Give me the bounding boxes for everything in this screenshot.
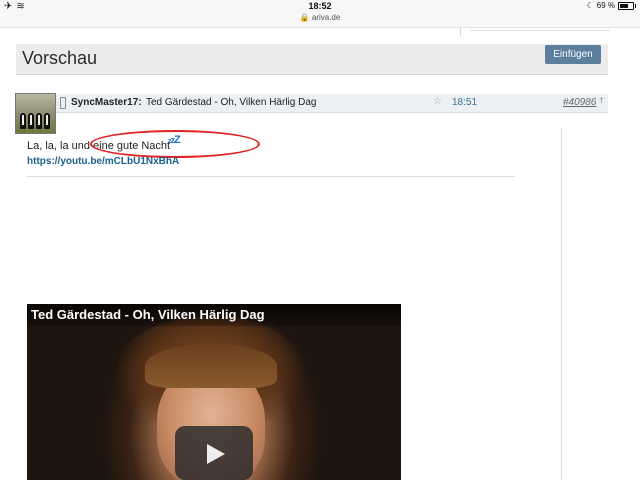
post-number-link[interactable]: #40986 xyxy=(563,97,596,108)
divider xyxy=(470,30,610,31)
video-embed[interactable]: Ted Gärdestad - Oh, Vilken Härlig Dag xyxy=(27,304,401,480)
insert-button[interactable]: Einfügen xyxy=(545,45,601,64)
play-button[interactable] xyxy=(175,426,253,480)
skunk-figure xyxy=(36,113,42,129)
post-time: 18:51 xyxy=(452,97,478,108)
skunk-figure xyxy=(44,113,50,129)
divider xyxy=(27,176,515,177)
skunk-figure xyxy=(28,113,34,129)
page-title: Vorschau xyxy=(22,48,98,68)
divider xyxy=(460,28,461,36)
address-url: ariva.de xyxy=(311,13,341,22)
post-header: SyncMaster17: Ted Gärdestad - Oh, Vilken… xyxy=(56,94,608,113)
document-icon xyxy=(60,97,66,109)
divider xyxy=(561,128,562,480)
preview-header: Vorschau Einfügen xyxy=(16,44,608,75)
status-bar: ✈ ≋ 18:52 🔒 ariva.de ☾ 69 % xyxy=(0,0,640,28)
star-icon[interactable]: ☆ xyxy=(433,96,442,107)
battery-icon xyxy=(618,1,636,10)
address-bar[interactable]: 🔒 ariva.de xyxy=(0,13,640,22)
status-right: ☾ 69 % xyxy=(586,1,636,10)
annotation-ellipse xyxy=(90,130,260,158)
skunk-figure xyxy=(20,113,26,129)
post-title: Ted Gärdestad - Oh, Vilken Härlig Dag xyxy=(146,97,317,108)
arrow-up-icon[interactable]: ↑ xyxy=(599,95,604,106)
battery-percent: 69 % xyxy=(596,1,615,10)
moon-icon: ☾ xyxy=(586,1,594,10)
thumbnail-bangs xyxy=(145,344,277,388)
video-title[interactable]: Ted Gärdestad - Oh, Vilken Härlig Dag xyxy=(31,307,265,322)
avatar[interactable] xyxy=(15,93,56,134)
youtube-link[interactable]: https://youtu.be/mCLbU1NxBhA xyxy=(27,156,179,167)
status-time: 18:52 xyxy=(308,1,332,11)
post-author[interactable]: SyncMaster17: xyxy=(71,97,142,108)
video-title-bar: Ted Gärdestad - Oh, Vilken Härlig Dag xyxy=(27,304,401,326)
